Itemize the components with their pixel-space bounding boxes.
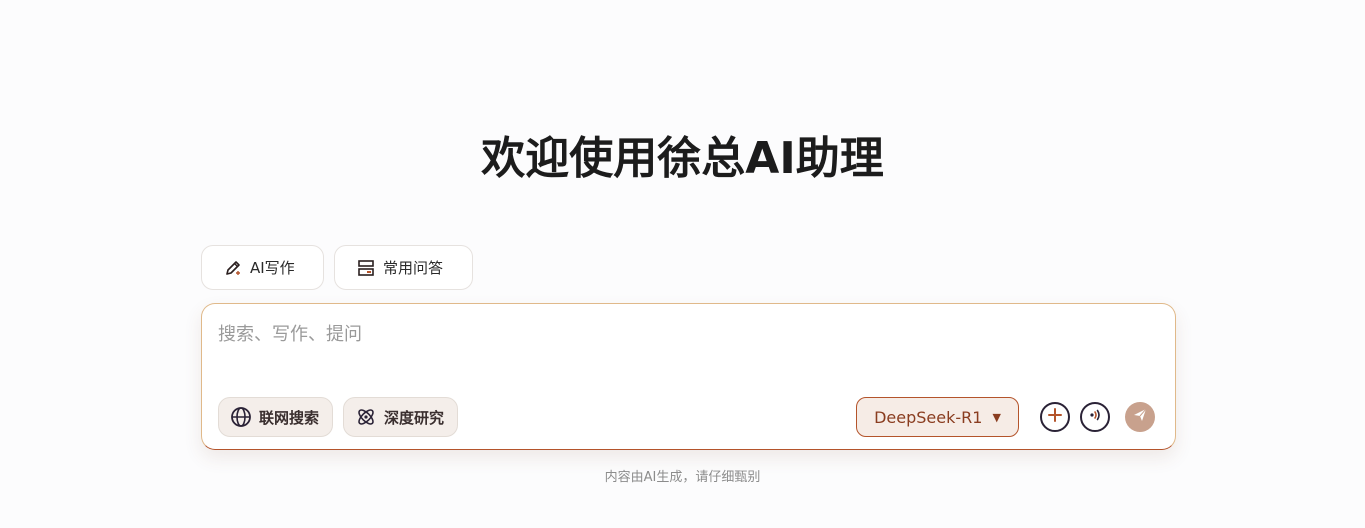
ai-writing-label: AI写作	[250, 259, 295, 277]
common-qa-label: 常用问答	[383, 259, 444, 277]
ai-writing-button[interactable]: AI写作	[201, 245, 324, 290]
common-qa-button[interactable]: 常用问答	[334, 245, 473, 290]
atom-icon	[355, 406, 377, 428]
page: 欢迎使用徐总AI助理 AI写作 常用问答 搜索、写作、提问 联网搜索 深度研究 …	[0, 0, 1365, 528]
pen-sparkle-icon	[224, 259, 242, 277]
voice-icon	[1087, 407, 1103, 427]
ai-disclaimer: 内容由AI生成，请仔细甄别	[604, 470, 761, 485]
chevron-down-icon: ▼	[992, 410, 1001, 424]
chat-composer: 联网搜索 深度研究 DeepSeek-R1 ▼	[201, 303, 1176, 450]
send-icon	[1132, 407, 1148, 427]
deep-research-label: 深度研究	[384, 408, 445, 427]
plus-icon	[1047, 407, 1063, 427]
deep-research-toggle[interactable]: 深度研究	[343, 397, 458, 437]
globe-icon	[230, 406, 252, 428]
voice-button[interactable]	[1080, 402, 1110, 432]
layout-icon	[357, 259, 375, 277]
send-button[interactable]	[1125, 402, 1155, 432]
attach-button[interactable]	[1040, 402, 1070, 432]
web-search-toggle[interactable]: 联网搜索	[218, 397, 333, 437]
prompt-input[interactable]	[218, 320, 1158, 380]
model-selected-value: DeepSeek-R1	[874, 407, 983, 427]
page-title: 欢迎使用徐总AI助理	[481, 133, 884, 184]
web-search-label: 联网搜索	[259, 408, 320, 427]
model-selector[interactable]: DeepSeek-R1 ▼	[856, 397, 1019, 437]
